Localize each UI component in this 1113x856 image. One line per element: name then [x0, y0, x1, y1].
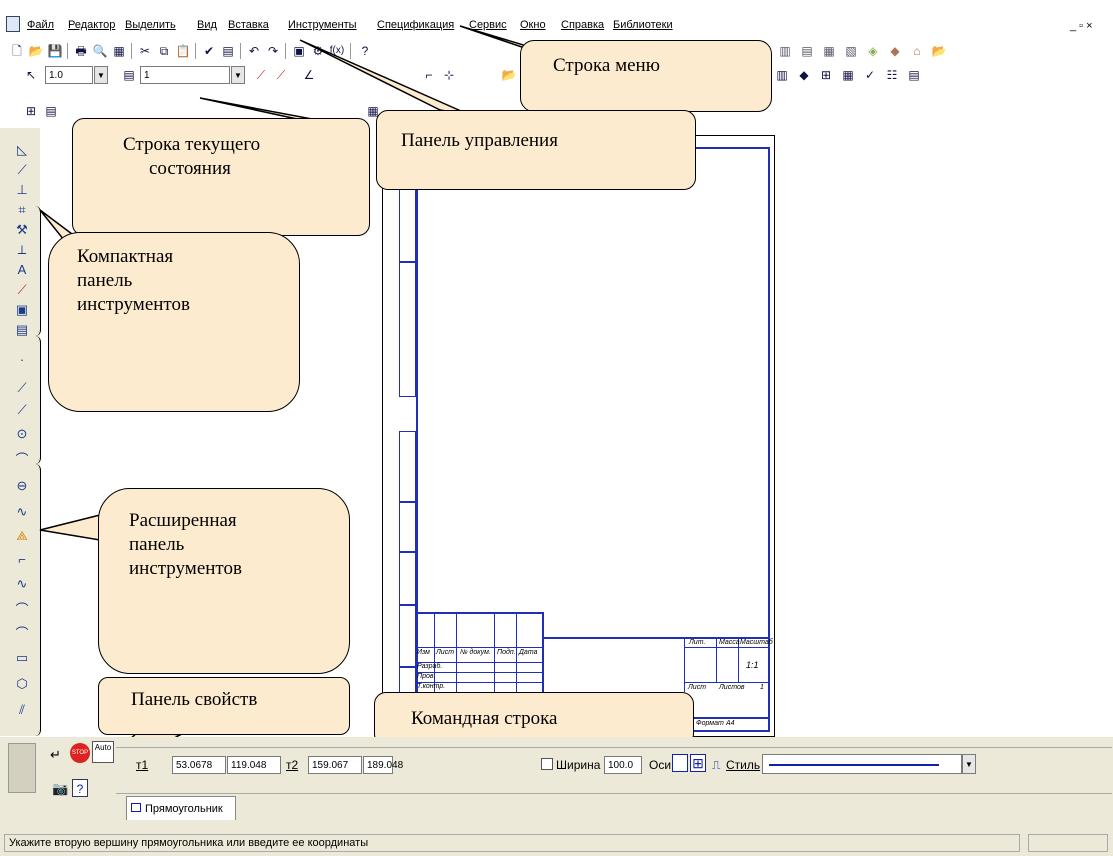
- extended-panel-callout-line2: панель: [129, 534, 185, 555]
- tab-rectangle[interactable]: Прямоугольник: [126, 796, 236, 820]
- command-line-callout-text: Командная строка: [411, 708, 558, 729]
- style-icon: ⎍: [712, 758, 721, 772]
- width-checkbox[interactable]: [541, 758, 553, 770]
- width-label: Ширина: [556, 758, 601, 772]
- properties-panel-callout-text: Панель свойств: [131, 689, 258, 710]
- t1-y-field[interactable]: 119.048: [227, 756, 281, 774]
- t1-label: т1: [136, 758, 149, 772]
- rectangle-icon: [131, 803, 141, 812]
- compact-panel-callout-line1: Компактная: [77, 246, 174, 267]
- line-style-preview: [769, 764, 939, 766]
- chevron-down-icon[interactable]: ▼: [962, 754, 976, 774]
- compact-panel-callout-line3: инструментов: [77, 294, 190, 315]
- style-select[interactable]: [762, 754, 962, 774]
- with-axes-icon[interactable]: ⊞: [690, 754, 706, 772]
- menu-bar-callout: Строка меню: [520, 40, 772, 112]
- properties-panel-callout: Панель свойств: [98, 677, 350, 735]
- t2-y-field[interactable]: 189.048: [363, 756, 403, 774]
- current-state-callout-line2: состояния: [149, 158, 231, 179]
- camera-icon[interactable]: 📷: [52, 781, 68, 797]
- control-callout-pointer: [299, 39, 471, 116]
- extended-callout-pointer: [39, 514, 101, 541]
- command-line: Укажите вторую вершину прямоугольника ил…: [0, 828, 1113, 856]
- enter-icon[interactable]: ↵: [50, 747, 61, 763]
- auto-button[interactable]: Auto: [92, 741, 114, 763]
- no-axes-icon[interactable]: [672, 754, 688, 772]
- stop-icon[interactable]: STOP: [70, 743, 90, 763]
- t2-x-field[interactable]: 159.067: [308, 756, 362, 774]
- style-label: Стиль: [726, 758, 761, 772]
- axes-label: Оси: [649, 758, 672, 772]
- extended-panel-callout: Расширенная панель инструментов: [98, 488, 350, 674]
- help-icon[interactable]: ?: [72, 779, 88, 797]
- panel-grip[interactable]: [8, 743, 36, 793]
- extended-panel-callout-line3: инструментов: [129, 558, 242, 579]
- compact-panel-callout: Компактная панель инструментов: [48, 232, 300, 412]
- tabs-area: Прямоугольник: [116, 793, 1112, 823]
- width-field[interactable]: 100.0: [604, 756, 642, 774]
- t1-x-field[interactable]: 53.0678: [172, 756, 226, 774]
- current-state-callout-line1: Строка текущего: [123, 134, 261, 155]
- control-panel-callout-text: Панель управления: [401, 130, 558, 151]
- compact-panel-callout-line2: панель: [77, 270, 133, 291]
- properties-panel: ↵ STOP Auto 📷 ? т1 53.0678 119.048 т2 15…: [0, 737, 1113, 837]
- status-cell: [1028, 834, 1108, 852]
- current-state-callout: Строка текущего состояния: [72, 118, 370, 236]
- extended-panel-callout-line1: Расширенная: [129, 510, 237, 531]
- menu-bar-callout-text: Строка меню: [553, 55, 660, 76]
- t2-label: т2: [286, 758, 299, 772]
- prompt-text: Укажите вторую вершину прямоугольника ил…: [4, 834, 1020, 852]
- control-panel-callout: Панель управления: [376, 110, 696, 190]
- properties-fields: т1 53.0678 119.048 т2 159.067 189.048 Ши…: [116, 747, 1112, 783]
